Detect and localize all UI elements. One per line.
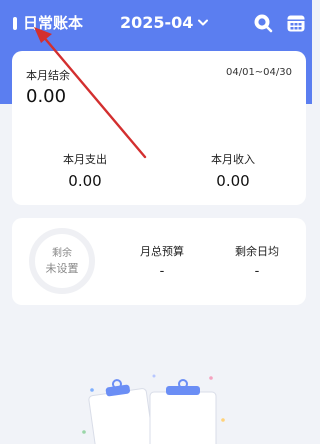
top-header: 日常账本 2025-04 (0, 0, 312, 48)
daily-remaining-label: 剩余日均 (235, 245, 279, 258)
search-icon[interactable] (253, 13, 273, 33)
balance-label: 本月结余 (26, 69, 70, 82)
ring-text: 剩余 未设置 (35, 246, 89, 276)
empty-clipboard-illustration (82, 374, 225, 444)
ring-line-1: 剩余 (52, 248, 72, 259)
monthly-budget-label: 月总预算 (140, 245, 184, 258)
monthly-summary-card[interactable]: 本月结余 0.00 04/01~04/30 本月支出 0.00 本月收入 0.0… (12, 51, 306, 205)
budget-card[interactable]: 剩余 未设置 月总预算 - 剩余日均 - (12, 218, 306, 305)
monthly-budget-value: - (159, 264, 165, 279)
month-label: 2025-04 (120, 13, 194, 32)
monthly-budget: 月总预算 - (117, 245, 207, 279)
daily-remaining-value: - (254, 264, 260, 279)
daily-remaining: 剩余日均 - (212, 245, 302, 279)
expense-label: 本月支出 (63, 153, 107, 166)
income-label: 本月收入 (211, 153, 255, 166)
balance-value: 0.00 (26, 86, 67, 107)
ring-line-2: 未设置 (45, 262, 79, 275)
income-value: 0.00 (216, 172, 250, 190)
budget-ring: 剩余 未设置 (29, 228, 95, 294)
calendar-icon[interactable] (286, 13, 306, 33)
income-stat[interactable]: 本月收入 0.00 (178, 153, 288, 190)
expense-stat[interactable]: 本月支出 0.00 (30, 153, 140, 190)
book-name-selector[interactable]: 日常账本 (23, 13, 83, 33)
month-picker[interactable]: 2025-04 (120, 13, 209, 33)
date-range: 04/01~04/30 (225, 67, 292, 78)
book-marker (13, 17, 17, 30)
expense-value: 0.00 (68, 172, 102, 190)
chevron-down-icon (198, 19, 209, 26)
